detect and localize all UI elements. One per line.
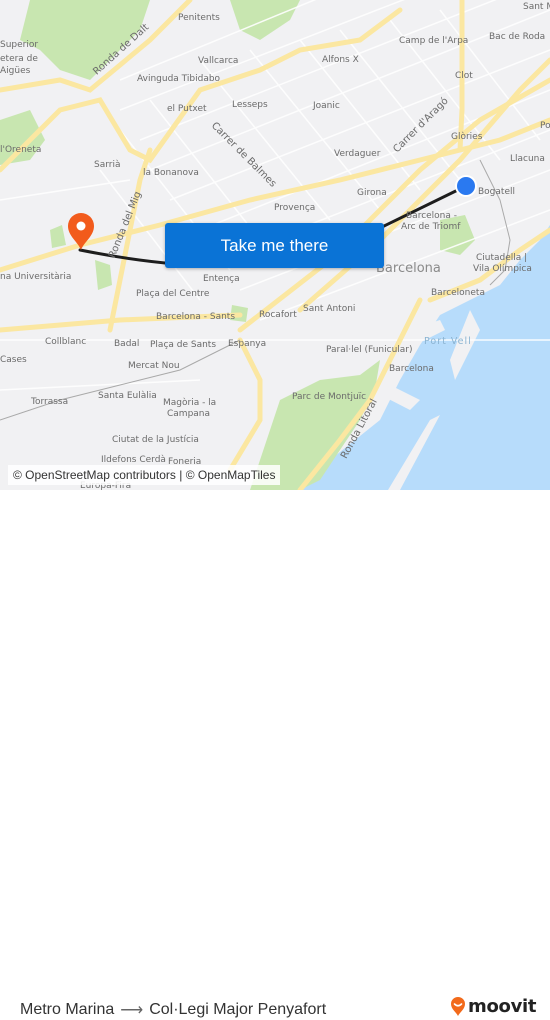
map-label-sarria: Sarrià	[94, 160, 121, 170]
origin-marker	[455, 175, 477, 197]
moovit-wordmark: moovit	[468, 996, 537, 1017]
map-label-parc-de-montjuic: Parc de Montjuïc	[292, 392, 367, 402]
moovit-pin-icon	[451, 996, 465, 1016]
map-label-bonanova: la Bonanova	[143, 168, 199, 178]
railway	[0, 339, 241, 421]
map-label-ciutadella-2: Vila Olímpica	[473, 264, 532, 274]
passeig	[227, 337, 263, 473]
map-label-aigues: Aigües	[0, 66, 31, 76]
map-label-magoria-2: Campana	[167, 409, 211, 419]
map-label-sant-m: Sant M	[523, 2, 550, 12]
map-label-ildefons-cerda: Ildefons Cerdà	[101, 455, 166, 465]
map-label-rocafort: Rocafort	[259, 310, 297, 320]
map-label-arc-de-triomf-1: Barcelona -	[406, 211, 458, 221]
map-label-el-putxet: el Putxet	[167, 104, 207, 114]
map-label-camp-de-larpa: Camp de l'Arpa	[399, 36, 469, 46]
map-label-glories: Glòries	[451, 132, 483, 142]
map-label-girona: Girona	[357, 188, 387, 198]
map-label-port-vell: Port Vell	[424, 336, 472, 347]
map-label-avinguda-tibidabo: Avinguda Tibidabo	[137, 74, 221, 84]
map-label-mercat-nou: Mercat Nou	[128, 361, 180, 371]
map-label-barcelona-station: Barcelona	[389, 364, 434, 374]
map-label-espanya: Espanya	[228, 339, 267, 349]
map-label-entenca: Entença	[203, 274, 240, 284]
map-label-verdaguer: Verdaguer	[334, 149, 381, 159]
map-label-cases: Cases	[0, 355, 27, 365]
map-label-bac-de-roda: Bac de Roda	[489, 32, 546, 42]
park-oreneta	[0, 110, 45, 165]
map-label-ciutadella-1: Ciutadella |	[476, 253, 528, 263]
map-label-magoria-1: Magòria - la	[163, 398, 217, 408]
origin-name: Metro Marina	[20, 1001, 115, 1018]
park-small	[95, 260, 112, 290]
map-label-sant-antoni: Sant Antoni	[303, 304, 356, 314]
park-small	[50, 225, 66, 248]
route-summary: Metro Marina ⟶ Col·Legi Major Penyafort	[20, 1000, 326, 1020]
map-label-penitents: Penitents	[178, 13, 220, 23]
map-label-clot: Clot	[455, 71, 473, 81]
map-label-santa-eulalia: Santa Eulàlia	[98, 391, 157, 401]
map-label-joanic: Joanic	[313, 101, 340, 111]
map-label-llacuna: Llacuna	[510, 154, 545, 164]
map-label-bogatell: Bogatell	[478, 187, 515, 197]
map-label-provenca: Provença	[274, 203, 316, 213]
map-label-lesseps: Lesseps	[232, 100, 268, 110]
moovit-logo[interactable]: moovit	[450, 996, 537, 1017]
take-me-there-button[interactable]: Take me there	[165, 223, 384, 268]
map-label-universitaria: na Universitària	[0, 272, 72, 282]
map-label-parallel: Paral·lel (Funicular)	[326, 345, 413, 355]
map-attribution[interactable]: © OpenStreetMap contributors | © OpenMap…	[8, 465, 281, 485]
arrow-right-icon: ⟶	[120, 1002, 144, 1019]
map-label-ciutat-justicia: Ciutat de la Justícia	[112, 435, 199, 445]
map-label-barcelona-city: Barcelona	[376, 261, 441, 276]
map-label-superior: Superior	[0, 40, 39, 50]
footer-bar: Metro Marina ⟶ Col·Legi Major Penyafort …	[0, 490, 550, 1019]
map-label-barceloneta: Barceloneta	[431, 288, 485, 298]
map-label-torrassa: Torrassa	[31, 397, 69, 407]
map-label-po: Po	[540, 121, 550, 131]
map-label-arc-de-triomf-2: Arc de Triomf	[401, 222, 461, 232]
map-label-badal: Badal	[114, 339, 140, 349]
map-label-collblanc: Collblanc	[45, 337, 87, 347]
map-label-alfons-x: Alfons X	[322, 55, 359, 65]
map-label-placa-del-centre: Plaça del Centre	[136, 289, 210, 299]
map-label-oreneta: l'Oreneta	[0, 145, 42, 155]
map-label-barcelona-sants: Barcelona - Sants	[156, 312, 236, 322]
map-label-placa-de-sants: Plaça de Sants	[150, 340, 217, 350]
map-view[interactable]: Penitents Superior etera de Aigües Ronda…	[0, 0, 550, 490]
map-label-vallcarca: Vallcarca	[198, 56, 239, 66]
map-label-carretera: etera de	[0, 54, 38, 64]
destination-name: Col·Legi Major Penyafort	[149, 1001, 327, 1018]
